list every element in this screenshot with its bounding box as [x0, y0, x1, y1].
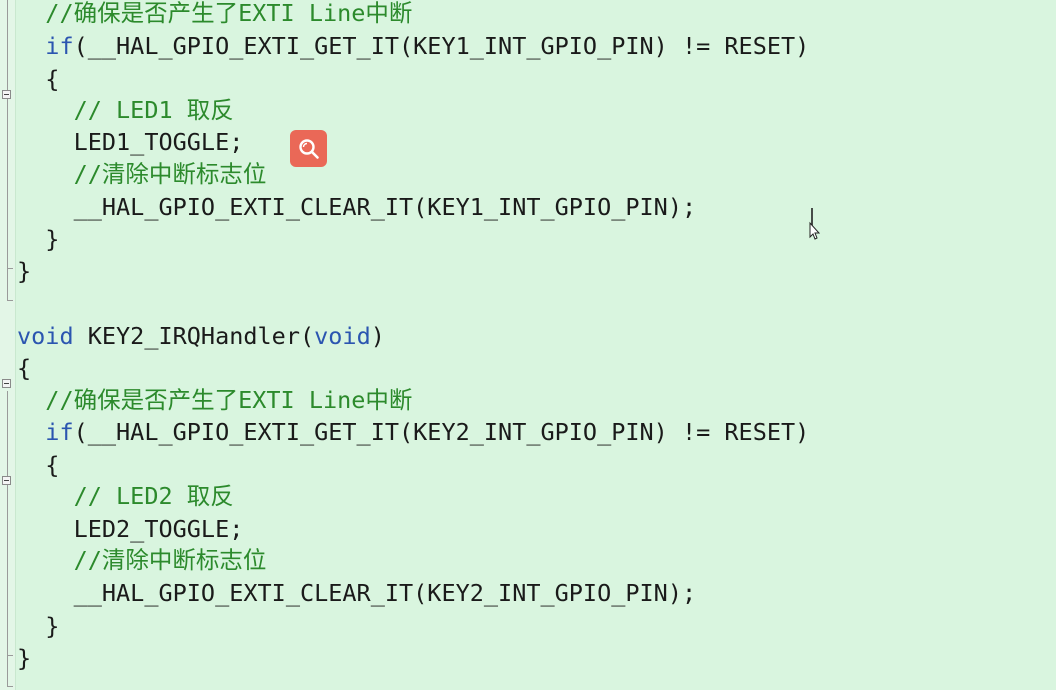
code-token-plain: } — [45, 225, 60, 253]
code-token-plain: __HAL_GPIO_EXTI_CLEAR_IT(KEY1_INT_GPIO_P… — [73, 193, 697, 221]
fold-toggle-icon[interactable] — [2, 379, 11, 388]
code-token-plain: { — [17, 354, 32, 382]
code-token-plain: (__HAL_GPIO_EXTI_GET_IT(KEY2_INT_GPIO_PI… — [73, 418, 810, 446]
code-token-keyword: void — [17, 322, 74, 350]
fold-toggle-icon[interactable] — [2, 90, 11, 99]
code-line[interactable]: if(__HAL_GPIO_EXTI_GET_IT(KEY1_INT_GPIO_… — [17, 30, 809, 62]
code-line[interactable]: //清除中断标志位 — [17, 544, 267, 576]
fold-guide — [7, 487, 8, 655]
code-token-plain: { — [45, 65, 60, 93]
code-line[interactable]: //确保是否产生了EXTI Line中断 — [17, 0, 412, 29]
code-line[interactable]: } — [17, 642, 31, 674]
code-line[interactable]: if(__HAL_GPIO_EXTI_GET_IT(KEY2_INT_GPIO_… — [17, 416, 809, 448]
code-line[interactable]: void KEY2_IRQHandler(void) — [17, 320, 385, 352]
magnifier-icon-glyph — [298, 138, 319, 159]
code-token-keyword: if — [45, 418, 74, 446]
code-token-comment: //确保是否产生了EXTI Line中断 — [45, 386, 413, 414]
code-line[interactable]: { — [17, 63, 59, 95]
text-cursor-icon — [806, 207, 821, 241]
code-token-keyword: if — [45, 32, 74, 60]
code-line[interactable]: } — [17, 255, 31, 287]
code-token-keyword: void — [314, 322, 371, 350]
code-token-plain: __HAL_GPIO_EXTI_CLEAR_IT(KEY2_INT_GPIO_P… — [73, 579, 697, 607]
code-line[interactable]: LED1_TOGGLE; — [17, 126, 244, 158]
code-token-plain: LED1_TOGGLE; — [73, 128, 244, 156]
code-token-plain: (__HAL_GPIO_EXTI_GET_IT(KEY1_INT_GPIO_PI… — [73, 32, 810, 60]
code-token-plain: KEY2_IRQHandler( — [73, 322, 315, 350]
code-line[interactable]: LED2_TOGGLE; — [17, 513, 244, 545]
code-token-plain: } — [17, 644, 32, 672]
fold-guide-end — [7, 300, 13, 301]
code-line[interactable]: // LED2 取反 — [17, 480, 234, 512]
code-line[interactable]: } — [17, 223, 59, 255]
code-line[interactable]: { — [17, 449, 59, 481]
code-line[interactable]: } — [17, 610, 59, 642]
fold-guide — [7, 100, 8, 268]
code-line[interactable]: //确保是否产生了EXTI Line中断 — [17, 384, 412, 416]
fold-toggle-icon[interactable] — [2, 476, 11, 485]
code-token-comment: //清除中断标志位 — [73, 546, 267, 574]
fold-guide-end — [7, 268, 13, 269]
code-area[interactable]: //确保是否产生了EXTI Line中断 if(__HAL_GPIO_EXTI_… — [17, 0, 1052, 690]
code-token-plain: } — [45, 612, 60, 640]
code-token-plain: { — [45, 451, 60, 479]
code-line[interactable]: __HAL_GPIO_EXTI_CLEAR_IT(KEY2_INT_GPIO_P… — [17, 577, 697, 609]
code-token-plain: LED2_TOGGLE; — [73, 515, 244, 543]
code-editor[interactable]: //确保是否产生了EXTI Line中断 if(__HAL_GPIO_EXTI_… — [0, 0, 1056, 690]
fold-gutter — [0, 0, 16, 690]
code-token-comment: //确保是否产生了EXTI Line中断 — [45, 0, 413, 27]
fold-guide-end — [7, 686, 13, 687]
code-line[interactable]: //清除中断标志位 — [17, 158, 267, 190]
fold-guide-end — [7, 655, 13, 656]
code-token-comment: // LED2 取反 — [73, 482, 234, 510]
code-line[interactable]: { — [17, 352, 31, 384]
code-token-plain: ) — [370, 322, 385, 350]
code-token-comment: //清除中断标志位 — [73, 160, 267, 188]
code-line[interactable]: // LED1 取反 — [17, 94, 234, 126]
code-token-comment: // LED1 取反 — [73, 96, 234, 124]
code-line[interactable]: __HAL_GPIO_EXTI_CLEAR_IT(KEY1_INT_GPIO_P… — [17, 191, 697, 223]
code-token-plain: } — [17, 257, 32, 285]
magnifier-icon[interactable] — [290, 130, 327, 167]
